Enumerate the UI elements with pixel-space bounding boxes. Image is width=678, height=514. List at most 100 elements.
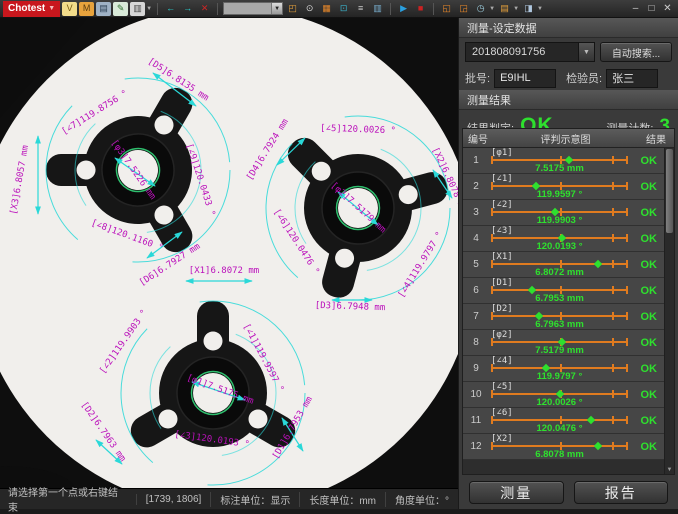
result-row[interactable]: 4[∠3]120.0193 °OK <box>463 226 664 252</box>
list-icon[interactable]: ≡ <box>353 2 368 16</box>
length-unit[interactable]: 长度单位：mm <box>299 492 385 507</box>
row-number: 10 <box>463 389 489 400</box>
chevron-down-icon[interactable]: ▼ <box>489 6 495 12</box>
col-header-diagram: 评判示意图 <box>493 131 638 146</box>
result-row[interactable]: 9[∠4]119.9797 °OK <box>463 356 664 382</box>
results-title: 测量结果 <box>459 90 678 110</box>
measured-value: 120.0193 ° <box>491 241 628 252</box>
report-button[interactable]: 报告 <box>574 481 669 504</box>
row-number: 5 <box>463 259 489 270</box>
row-number: 6 <box>463 285 489 296</box>
snapshot-icon[interactable]: ◨ <box>521 2 536 16</box>
record-icon[interactable]: ■ <box>413 2 428 16</box>
open-file-icon[interactable]: M <box>79 2 94 16</box>
annotation-unit[interactable]: 标注单位：显示 <box>210 492 299 507</box>
results-table: 编号 评判示意图 结果 1[φ1]7.5175 mmOK2[∠1]119.959… <box>462 128 675 475</box>
row-number: 4 <box>463 233 489 244</box>
feature-tag: [φ1] <box>491 148 513 158</box>
result-row[interactable]: 1[φ1]7.5175 mmOK <box>463 148 664 174</box>
tolerance-gauge <box>491 185 628 187</box>
chevron-down-icon[interactable]: ▼ <box>578 43 594 61</box>
measured-value: 119.9903 ° <box>491 215 628 226</box>
inspector-input[interactable]: 张三 <box>606 69 658 88</box>
result-row[interactable]: 10[∠5]120.0026 °OK <box>463 382 664 408</box>
result-status: OK <box>641 311 658 323</box>
scrollbar-down-arrow[interactable]: ▼ <box>665 467 674 473</box>
row-number: 3 <box>463 207 489 218</box>
measured-value: 6.7963 mm <box>491 319 628 330</box>
result-row[interactable]: 2[∠1]119.9597 °OK <box>463 174 664 200</box>
print-icon[interactable]: ▥ <box>130 2 145 16</box>
auto-search-button[interactable]: 自动搜索... <box>600 42 672 62</box>
titlebar: Chotest ▼ VM▤✎▥▼←→✕▼◰⊙▦⊡≡▥▶■◱◲◷▼▤▼◨▼ –□✕ <box>0 0 678 18</box>
result-status: OK <box>641 337 658 349</box>
tolerance-gauge <box>491 263 628 265</box>
scrollbar-thumb[interactable] <box>666 149 673 233</box>
forward-icon[interactable]: → <box>180 2 195 16</box>
delete-icon[interactable]: ✕ <box>197 2 212 16</box>
magnification-combo[interactable]: ▼ <box>223 2 283 15</box>
back-icon[interactable]: ← <box>163 2 178 16</box>
capture-multi-icon[interactable]: ◲ <box>456 2 471 16</box>
result-row[interactable]: 8[φ2]7.5179 mmOK <box>463 330 664 356</box>
minimize-button[interactable]: – <box>628 2 643 16</box>
result-row[interactable]: 3[∠2]119.9903 °OK <box>463 200 664 226</box>
new-file-icon[interactable]: V <box>62 2 77 16</box>
angle-unit[interactable]: 角度单位：° <box>385 492 458 507</box>
col-header-no: 编号 <box>463 131 493 146</box>
result-row[interactable]: 7[D2] 6.7963 mm OK <box>463 304 664 330</box>
feature-tag: [∠2] <box>491 200 513 210</box>
chevron-down-icon[interactable]: ▼ <box>537 6 543 12</box>
toolbar-separator <box>390 3 391 15</box>
play-icon[interactable]: ▶ <box>396 2 411 16</box>
row-number: 12 <box>463 441 489 452</box>
app-logo[interactable]: Chotest ▼ <box>3 1 60 17</box>
feature-tag: [∠3] <box>491 226 513 236</box>
result-row[interactable]: 5[X1]6.8072 mmOK <box>463 252 664 278</box>
maximize-button[interactable]: □ <box>644 2 659 16</box>
tolerance-gauge <box>491 159 628 161</box>
tolerance-gauge <box>491 393 628 395</box>
row-number: 7 <box>463 311 489 322</box>
chevron-down-icon[interactable]: ▼ <box>146 6 152 12</box>
result-status: OK <box>641 363 658 375</box>
capture-in-icon[interactable]: ◱ <box>439 2 454 16</box>
toolbar-separator <box>433 3 434 15</box>
result-status: OK <box>641 155 658 167</box>
measured-value: 119.9797 ° <box>491 371 628 382</box>
measured-value: 119.9597 ° <box>491 189 628 200</box>
tolerance-gauge <box>491 419 628 421</box>
edit-icon[interactable]: ✎ <box>113 2 128 16</box>
layers-icon[interactable]: ▤ <box>497 2 512 16</box>
measured-value: 6.8078 mm <box>491 449 628 460</box>
monitor-icon[interactable]: ⊡ <box>336 2 351 16</box>
toolbar-separator <box>217 3 218 15</box>
statusbar: 请选择第一个点或右键结束 [1739, 1806] 标注单位：显示 长度单位：m… <box>0 488 458 509</box>
ruler-icon[interactable]: ▦ <box>319 2 334 16</box>
image-search-icon[interactable]: ◰ <box>285 2 300 16</box>
feature-tag: [D2] <box>491 304 513 314</box>
batch-input[interactable]: E9IHL <box>494 69 556 88</box>
dimension-annotation[interactable]: [X1]6.8072 mm <box>189 266 259 276</box>
result-row[interactable]: 6[D1]6.7953 mmOK <box>463 278 664 304</box>
window-controls: –□✕ <box>628 2 675 16</box>
result-row[interactable]: 12[X2]6.8078 mmOK <box>463 434 664 460</box>
tolerance-gauge <box>491 341 628 343</box>
table-scrollbar[interactable]: ▼ <box>664 148 674 474</box>
chevron-down-icon[interactable]: ▼ <box>513 6 519 12</box>
measured-value: 7.5179 mm <box>491 345 628 356</box>
measure-button[interactable]: 测量 <box>469 481 564 504</box>
magnifier-icon[interactable]: ⊙ <box>302 2 317 16</box>
feature-tag: [φ2] <box>491 330 513 340</box>
save-icon[interactable]: ▤ <box>96 2 111 16</box>
feature-tag: [∠6] <box>491 408 513 418</box>
result-row[interactable]: 11[∠6]120.0476 °OK <box>463 408 664 434</box>
measurement-canvas[interactable]: [D5]6.8135 mm[∠7]119.8756 °[∠9]120.0433 … <box>0 18 458 488</box>
timer-icon[interactable]: ◷ <box>473 2 488 16</box>
barcode-icon[interactable]: ▥ <box>370 2 385 16</box>
program-select[interactable]: 201808091756 ▼ <box>465 42 595 62</box>
result-status: OK <box>641 181 658 193</box>
close-button[interactable]: ✕ <box>660 2 675 16</box>
tolerance-gauge <box>491 367 628 369</box>
chevron-down-icon[interactable]: ▼ <box>271 3 282 14</box>
